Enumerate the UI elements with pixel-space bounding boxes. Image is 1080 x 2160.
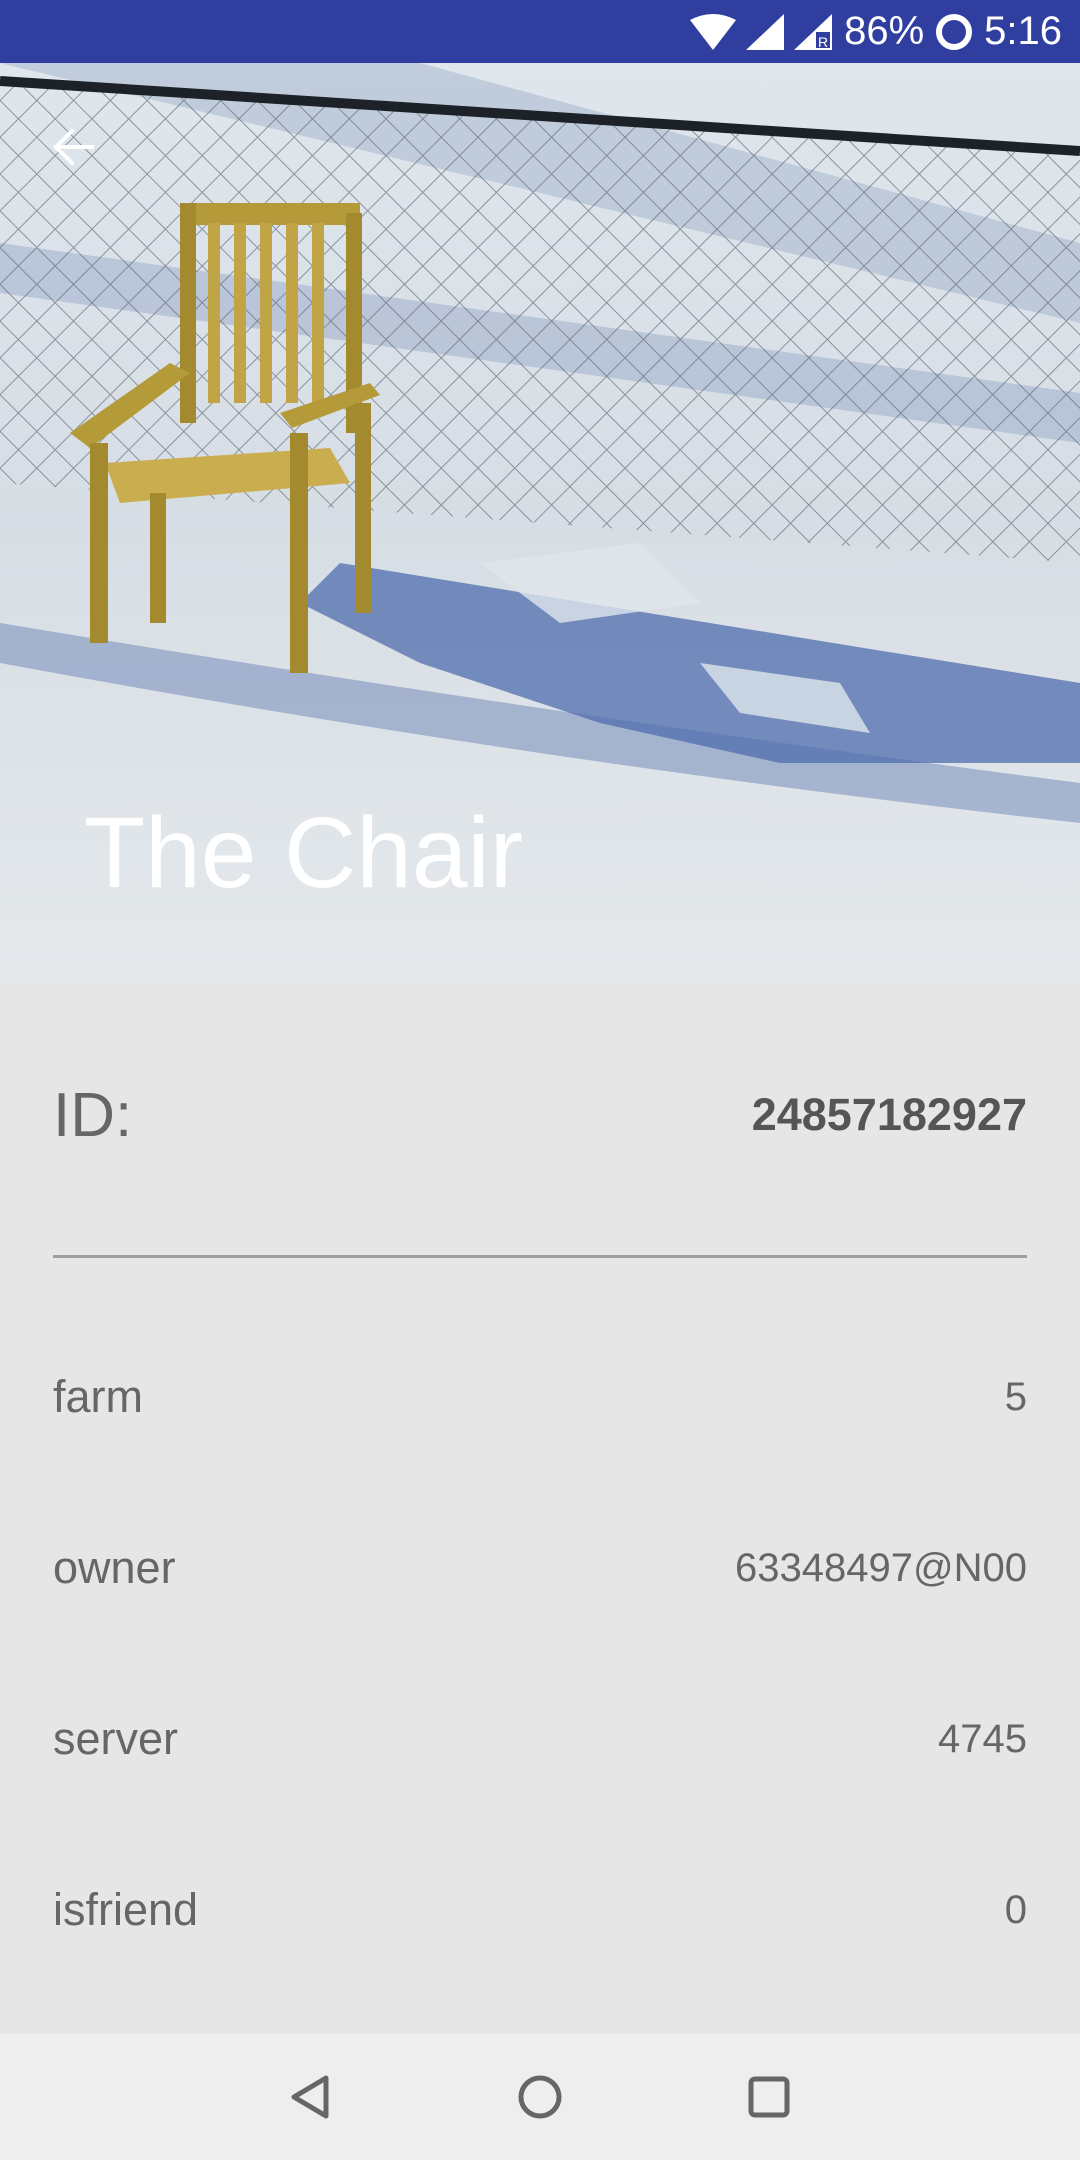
id-row: ID: 24857182927 <box>53 1070 1027 1160</box>
field-row-owner: owner 63348497@N00 <box>53 1528 1027 1608</box>
status-bar: R 86% 5:16 <box>0 0 1080 63</box>
recents-square-icon <box>748 2076 790 2118</box>
field-value: 4745 <box>938 1716 1027 1761</box>
field-value: 63348497@N00 <box>735 1545 1027 1590</box>
signal-roaming-icon: R <box>794 13 833 50</box>
hero-header: The Chair <box>0 63 1080 982</box>
arrow-back-icon <box>53 128 94 166</box>
nav-back-button[interactable] <box>266 2052 356 2142</box>
field-label: owner <box>53 1542 176 1593</box>
back-triangle-icon <box>291 2075 329 2119</box>
field-row-server: server 4745 <box>53 1699 1027 1779</box>
photo-title: The Chair <box>84 797 524 909</box>
id-value: 24857182927 <box>751 1089 1027 1140</box>
field-label: server <box>53 1713 179 1764</box>
field-row-farm: farm 5 <box>53 1357 1027 1437</box>
home-circle-icon <box>518 2075 562 2119</box>
nav-home-button[interactable] <box>495 2052 585 2142</box>
wifi-icon <box>690 13 737 50</box>
battery-percentage: 86% <box>844 9 925 53</box>
divider <box>53 1255 1027 1258</box>
back-button[interactable] <box>36 111 108 183</box>
clock: 5:16 <box>984 9 1062 53</box>
field-row-isfriend: isfriend 0 <box>53 1870 1027 1950</box>
id-label: ID: <box>53 1080 133 1150</box>
field-label: farm <box>53 1371 143 1422</box>
svg-text:R: R <box>818 34 828 50</box>
signal-icon <box>746 13 785 50</box>
system-nav-bar <box>0 2034 1080 2160</box>
field-value: 0 <box>1004 1887 1027 1932</box>
nav-recents-button[interactable] <box>724 2052 814 2142</box>
status-icons: R 86% 5:16 <box>690 0 1062 63</box>
field-label: isfriend <box>53 1884 199 1935</box>
photo-details: ID: 24857182927 farm 5 owner 63348497@N0… <box>0 982 1080 2034</box>
field-value: 5 <box>1004 1374 1027 1419</box>
battery-saver-icon <box>936 13 973 50</box>
